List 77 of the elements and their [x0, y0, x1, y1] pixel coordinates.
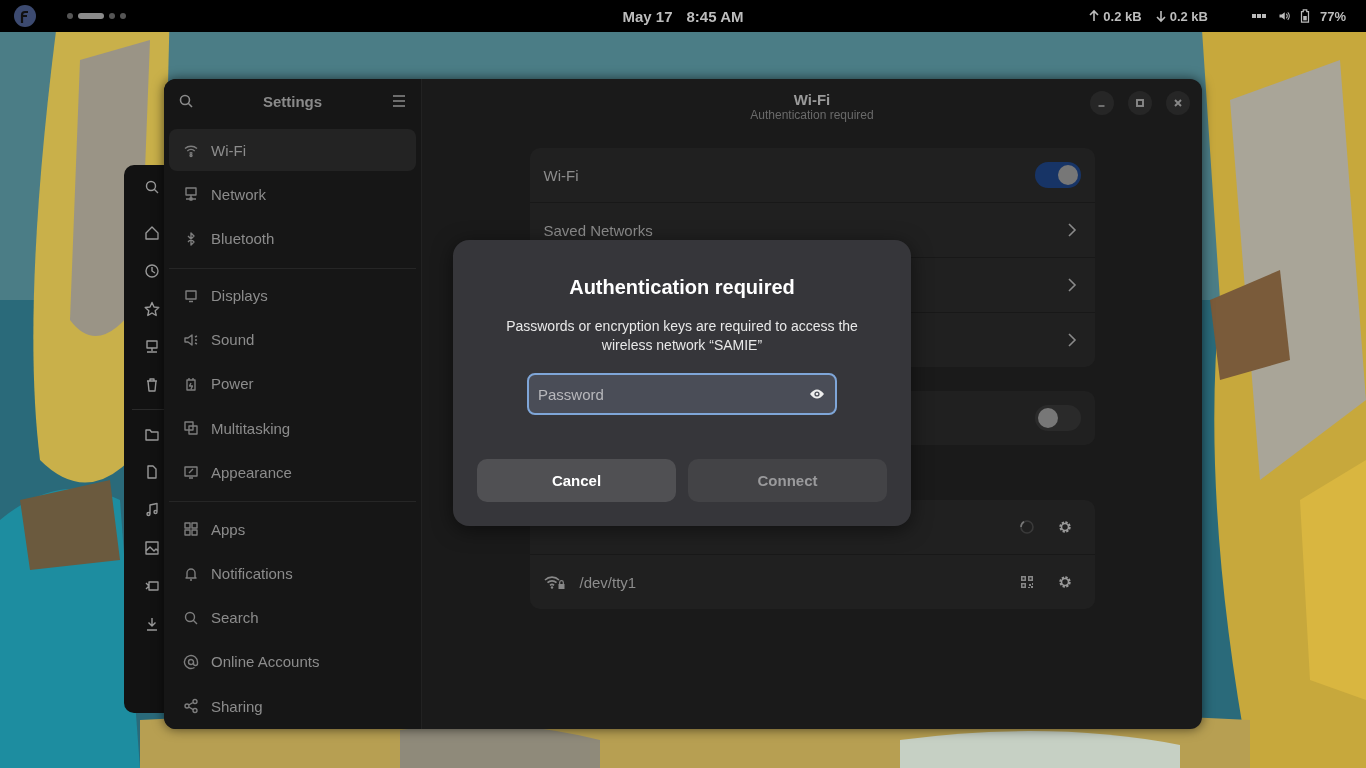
- download-icon[interactable]: [144, 616, 160, 632]
- row-label[interactable]: Saved Networks: [543, 221, 653, 239]
- chevron-icon[interactable]: [1066, 277, 1077, 293]
- folder-icon[interactable]: [144, 426, 160, 442]
- workspace-indicator[interactable]: [109, 13, 115, 19]
- qr-code-icon[interactable]: [1018, 574, 1035, 590]
- cancel-button[interactable]: Cancel: [477, 459, 676, 502]
- appearance-icon: [183, 464, 199, 481]
- volume-icon[interactable]: [1277, 9, 1290, 23]
- time[interactable]: 8:45 AM: [686, 8, 744, 25]
- bell-icon: [183, 565, 199, 582]
- spinner-icon: [1018, 519, 1035, 535]
- maximize-icon: [1134, 97, 1146, 109]
- sidebar-item[interactable]: Apps: [169, 508, 416, 551]
- menu-icon[interactable]: [391, 93, 407, 110]
- search-icon[interactable]: [144, 179, 160, 195]
- search-icon[interactable]: [178, 93, 194, 110]
- settings-icon[interactable]: [1056, 574, 1073, 590]
- monitor-icon: [183, 186, 199, 203]
- close-button[interactable]: [1166, 91, 1190, 115]
- sidebar-item[interactable]: Wi-Fi: [169, 129, 416, 172]
- upload-rate: 0.2 kB: [1103, 8, 1142, 24]
- network-name[interactable]: /dev/tty1: [579, 573, 637, 591]
- battery-icon: [183, 375, 199, 392]
- close-icon: [1172, 97, 1184, 109]
- sidebar-item[interactable]: Sharing: [169, 684, 416, 728]
- sidebar-item[interactable]: Network: [169, 173, 416, 216]
- music-icon[interactable]: [144, 502, 160, 518]
- date[interactable]: May 17: [622, 8, 673, 25]
- maximize-button[interactable]: [1128, 91, 1152, 115]
- wifi-lock-icon: [543, 574, 566, 590]
- toggle-switch[interactable]: [1034, 162, 1081, 188]
- sidebar-item[interactable]: Search: [169, 596, 416, 639]
- sidebar-item[interactable]: Displays: [169, 274, 416, 317]
- sidebar-item[interactable]: Power: [169, 362, 416, 406]
- row-label: Wi-Fi: [543, 166, 579, 184]
- sidebar-item[interactable]: Online Accounts: [169, 640, 416, 683]
- dialog-title: Authentication required: [569, 276, 795, 299]
- down-arrow-icon: [1154, 9, 1167, 23]
- settings-icon[interactable]: [1056, 519, 1073, 535]
- eye-icon[interactable]: [809, 388, 825, 400]
- star-icon[interactable]: [144, 301, 160, 317]
- document-icon[interactable]: [144, 464, 160, 480]
- sidebar-item[interactable]: Notifications: [169, 552, 416, 595]
- speaker-icon: [183, 331, 199, 348]
- chevron-icon[interactable]: [1066, 222, 1077, 238]
- sidebar-item[interactable]: Bluetooth: [169, 217, 416, 260]
- battery-icon[interactable]: [1298, 9, 1311, 23]
- network-icon[interactable]: [144, 339, 160, 355]
- workspace-indicator[interactable]: [120, 13, 126, 19]
- workspace-indicator[interactable]: [67, 13, 73, 19]
- window-title: Wi-Fi: [793, 90, 831, 108]
- chevron-icon[interactable]: [1066, 332, 1077, 348]
- toggle-switch[interactable]: [1034, 405, 1081, 431]
- dialog-message: Passwords or encryption keys are required to access the wireless network “SAMIE”: [505, 317, 859, 355]
- share-icon: [183, 698, 199, 715]
- video-icon[interactable]: [144, 578, 160, 594]
- battery-level[interactable]: 77%: [1319, 8, 1346, 24]
- download-rate: 0.2 kB: [1169, 8, 1208, 24]
- windows-icon: [183, 420, 199, 437]
- at-icon: [183, 653, 199, 670]
- trash-icon[interactable]: [144, 377, 160, 393]
- sidebar-title: Settings: [262, 92, 323, 110]
- minimize-icon: [1098, 105, 1105, 107]
- sidebar-item[interactable]: Appearance: [169, 451, 416, 494]
- search-icon: [183, 609, 199, 626]
- up-arrow-icon: [1088, 9, 1101, 23]
- password-field[interactable]: Password: [527, 373, 837, 415]
- clock-icon[interactable]: [144, 263, 160, 279]
- display-icon: [183, 287, 199, 304]
- image-icon[interactable]: [144, 540, 160, 556]
- workspace-indicator[interactable]: [78, 13, 104, 19]
- sidebar-item[interactable]: Sound: [169, 318, 416, 361]
- sidebar-item[interactable]: Multitasking: [169, 407, 416, 450]
- home-icon[interactable]: [144, 225, 160, 241]
- window-subtitle: Authentication required: [750, 107, 874, 122]
- grid-icon: [183, 521, 199, 538]
